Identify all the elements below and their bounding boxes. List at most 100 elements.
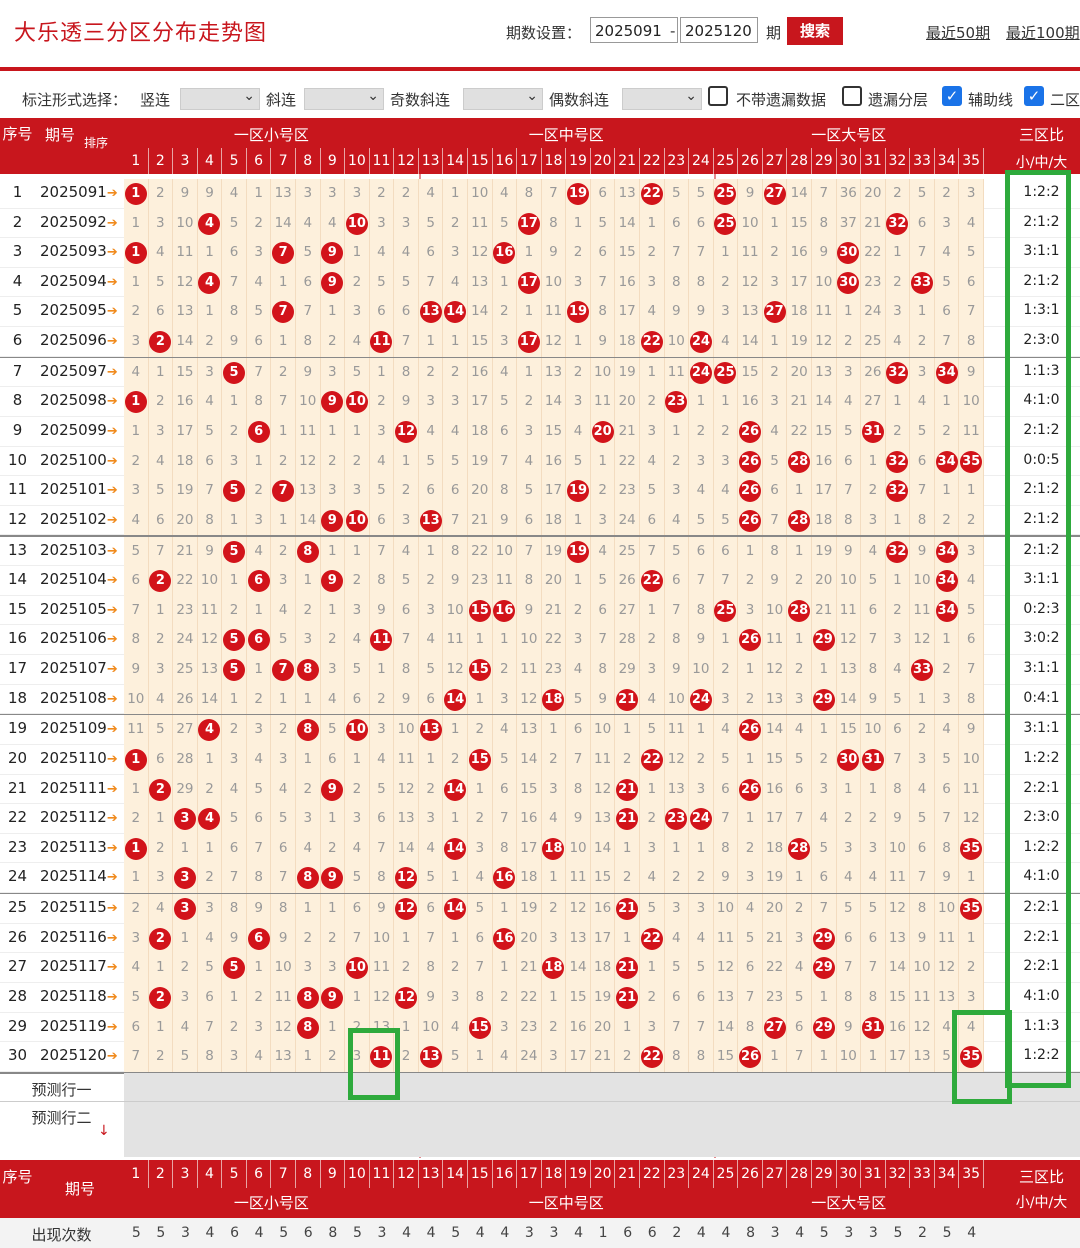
predict1-label[interactable]: 预测行一 bbox=[0, 1079, 123, 1100]
recent-50-link[interactable]: 最近50期 bbox=[926, 22, 990, 43]
row-seq: 4 bbox=[12, 271, 23, 290]
number-cell: 6 bbox=[247, 923, 272, 954]
winning-ball: 8 bbox=[296, 659, 319, 681]
number-cell: 15 bbox=[787, 208, 812, 239]
issue-number: 2025112 bbox=[40, 808, 107, 827]
period-start-input[interactable]: 2025091 bbox=[590, 17, 678, 43]
number-cell: 5 bbox=[640, 476, 665, 506]
no-missing-checkbox[interactable] bbox=[708, 86, 728, 106]
number-cell: 5 bbox=[714, 745, 739, 775]
number-cell: 8 bbox=[370, 863, 395, 893]
search-button[interactable]: 搜索 bbox=[787, 17, 843, 45]
number-cell: 10 bbox=[370, 923, 395, 954]
number-cell: 12 bbox=[370, 983, 395, 1013]
number-cell: 6 bbox=[640, 505, 665, 536]
count-cell: 2 bbox=[672, 1225, 682, 1241]
number-cell: 7 bbox=[812, 894, 837, 924]
winning-ball: 21 bbox=[616, 808, 639, 831]
count-cell: 4 bbox=[500, 1225, 510, 1241]
number-cell: 13 bbox=[173, 297, 198, 327]
aux-line-checkbox[interactable]: ✓ bbox=[942, 86, 962, 106]
number-header-12: 12 bbox=[394, 148, 419, 174]
number-cell: 7 bbox=[812, 179, 837, 209]
winning-ball: 33 bbox=[911, 271, 934, 294]
number-header-24: 24 bbox=[689, 148, 714, 174]
winning-ball: 10 bbox=[345, 719, 368, 742]
number-cell: 6 bbox=[222, 238, 247, 268]
winning-ball: 9 bbox=[321, 867, 344, 890]
number-cell: 19 bbox=[812, 536, 837, 567]
number-cell: 4 bbox=[493, 357, 518, 388]
issue-number: 2025091 bbox=[40, 183, 107, 201]
issue-number: 2025098 bbox=[40, 391, 107, 410]
number-cell: 9 bbox=[910, 536, 935, 567]
number-cell: 1 bbox=[640, 953, 665, 983]
winning-ball: 34 bbox=[935, 599, 958, 622]
odd-diagonal-select[interactable]: ⌄ bbox=[463, 88, 543, 110]
number-cell: 6 bbox=[959, 625, 984, 655]
number-cell: 11 bbox=[910, 983, 935, 1013]
number-cell: 24 bbox=[689, 684, 714, 715]
number-cell: 1 bbox=[812, 983, 837, 1013]
winning-ball: 13 bbox=[419, 719, 442, 742]
number-cell: 4 bbox=[247, 267, 272, 298]
recent-100-link[interactable]: 最近100期 bbox=[1006, 22, 1080, 43]
number-cell: 8 bbox=[517, 179, 542, 209]
zone2-header: 一区中号区 bbox=[528, 126, 604, 144]
number-cell: 2 bbox=[837, 327, 862, 357]
winning-ball: 30 bbox=[837, 271, 860, 294]
sort-button[interactable]: 排序 bbox=[76, 134, 116, 151]
number-cell: 9 bbox=[419, 983, 444, 1013]
even-diagonal-select[interactable]: ⌄ bbox=[622, 88, 702, 110]
arrow-right-icon: ➔ bbox=[106, 722, 118, 738]
number-cell: 16 bbox=[787, 238, 812, 268]
winning-ball: 12 bbox=[395, 898, 418, 921]
number-cell: 2 bbox=[149, 1042, 174, 1072]
number-cell: 23 bbox=[665, 804, 690, 834]
number-cell: 14 bbox=[542, 387, 567, 417]
missing-layer-checkbox[interactable] bbox=[842, 86, 862, 106]
number-cell: 8 bbox=[689, 595, 714, 626]
number-cell: 2 bbox=[935, 655, 960, 685]
number-cell: 2 bbox=[321, 1042, 346, 1072]
number-cell: 2 bbox=[886, 179, 911, 209]
period-end-input[interactable]: 2025120 bbox=[680, 17, 758, 43]
number-cell: 1 bbox=[886, 505, 911, 536]
number-cell: 1 bbox=[443, 923, 468, 954]
number-cell: 1 bbox=[738, 536, 763, 567]
number-cell: 8 bbox=[247, 863, 272, 893]
number-cell: 2 bbox=[787, 566, 812, 596]
number-cell: 5 bbox=[493, 208, 518, 239]
number-cell: 3 bbox=[370, 715, 395, 745]
row-seq: 10 bbox=[7, 450, 28, 469]
row-issue: 2025092➔ bbox=[35, 213, 123, 231]
number-cell: 2 bbox=[837, 804, 862, 834]
number-cell: 7 bbox=[886, 745, 911, 775]
diagonal-select[interactable]: ⌄ bbox=[304, 88, 384, 110]
number-cell: 29 bbox=[615, 655, 640, 685]
arrow-right-icon: ➔ bbox=[106, 215, 118, 231]
number-cell: 4 bbox=[886, 327, 911, 357]
number-cell: 8 bbox=[689, 1042, 714, 1072]
winning-ball: 21 bbox=[616, 957, 639, 980]
number-cell: 12 bbox=[910, 625, 935, 655]
winning-ball: 19 bbox=[567, 480, 590, 503]
vertical-select[interactable]: ⌄ bbox=[180, 88, 260, 110]
row-seq: 3 bbox=[12, 242, 23, 261]
number-cell: 12 bbox=[714, 953, 739, 983]
count-cell: 4 bbox=[475, 1225, 485, 1241]
two-zone-checkbox[interactable]: ✓ bbox=[1024, 86, 1044, 106]
number-cell: 1 bbox=[566, 566, 591, 596]
number-cell: 2 bbox=[640, 238, 665, 268]
number-cell: 1 bbox=[787, 625, 812, 655]
number-cell: 6 bbox=[222, 833, 247, 864]
number-cell: 11 bbox=[370, 625, 395, 655]
number-cell: 12 bbox=[886, 894, 911, 924]
number-cell: 7 bbox=[591, 625, 616, 655]
count-cell: 6 bbox=[303, 1225, 313, 1241]
number-cell: 2 bbox=[149, 774, 174, 805]
number-cell: 7 bbox=[763, 505, 788, 536]
number-cell: 5 bbox=[689, 505, 714, 536]
winning-ball: 25 bbox=[714, 183, 737, 205]
winning-ball: 19 bbox=[567, 301, 590, 324]
